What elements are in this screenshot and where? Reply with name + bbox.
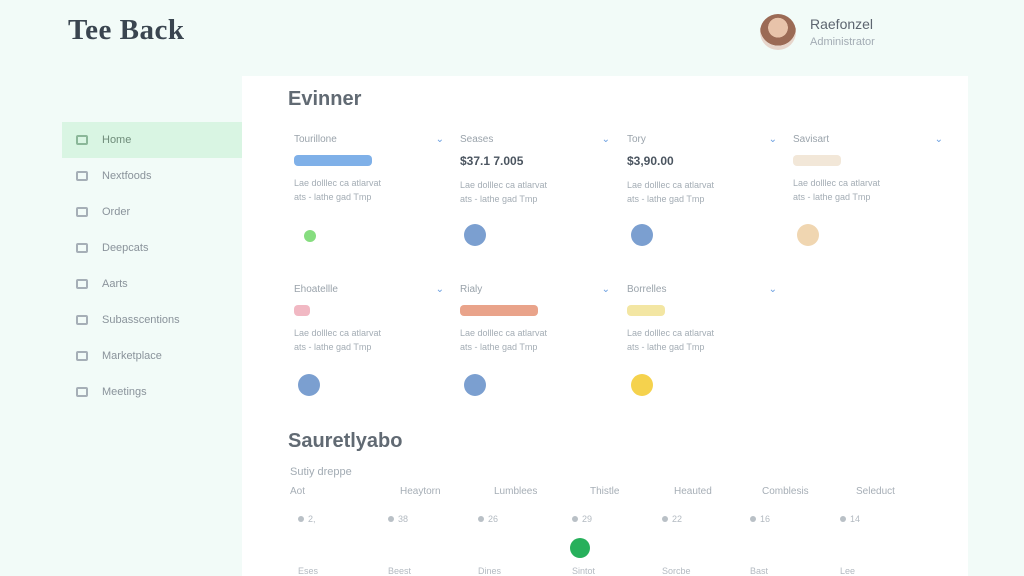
sidebar-item-label: Marketplace <box>102 350 162 362</box>
status-dot <box>464 374 486 396</box>
chevron-down-icon[interactable]: ⌄ <box>436 284 444 295</box>
card-accent-bar <box>627 305 665 316</box>
box-icon <box>76 207 88 217</box>
card-description: Lae dolllec ca atlarvat ats - lathe gad T… <box>294 328 382 352</box>
chevron-down-icon[interactable]: ⌄ <box>602 134 610 145</box>
user-profile[interactable]: Raefonzel Administrator <box>760 14 875 50</box>
card-description: Lae dolllec ca atlarvat ats - lathe gad T… <box>294 178 382 202</box>
person-icon <box>76 387 88 397</box>
current-day-marker[interactable] <box>570 538 590 558</box>
schedule-cell: 22 <box>662 514 682 524</box>
sidebar-item-order[interactable]: Order <box>62 194 242 230</box>
schedule-cell: Sorcbe <box>662 566 691 576</box>
schedule-cell: 38 <box>388 514 408 524</box>
card-accent-bar <box>460 305 538 316</box>
status-dot <box>631 224 653 246</box>
schedule-cell: 2, <box>298 514 316 524</box>
list-icon <box>76 243 88 253</box>
chevron-down-icon[interactable]: ⌄ <box>602 284 610 295</box>
card-description: Lae dolllec ca atlarvat ats - lathe gad T… <box>793 178 881 202</box>
chevron-down-icon[interactable]: ⌄ <box>436 134 444 145</box>
schedule-subtitle: Sutiy dreppe <box>290 466 352 478</box>
card-title: Seases <box>460 134 494 145</box>
card-title: Savisart <box>793 134 830 145</box>
metric-card[interactable]: Savisart ⌄ Lae dolllec ca atlarvat ats - l… <box>793 134 943 252</box>
sidebar-item-meetings[interactable]: Meetings <box>62 374 242 410</box>
status-dot <box>304 230 316 242</box>
column-header: Aot <box>290 486 306 497</box>
image-icon <box>76 171 88 181</box>
card-icon <box>76 315 88 325</box>
metric-card[interactable]: Tory ⌄ $3,90.00 Lae dolllec ca atlarvat at… <box>627 134 777 252</box>
schedule-cell: Eses <box>298 566 319 576</box>
metric-card[interactable]: Rialy ⌄ Lae dolllec ca atlarvat ats - lath… <box>460 284 610 402</box>
user-role: Administrator <box>810 36 875 48</box>
card-description: Lae dolllec ca atlarvat ats - lathe gad T… <box>460 328 548 352</box>
sidebar-item-subasscentions[interactable]: Subasscentions <box>62 302 242 338</box>
card-accent-bar <box>294 305 310 316</box>
chevron-down-icon[interactable]: ⌄ <box>935 134 943 145</box>
sidebar: Home Nextfoods Order Deepcats Aarts Suba… <box>62 122 242 410</box>
column-header: Lumblees <box>494 486 538 497</box>
schedule-cell: Sintot <box>572 566 596 576</box>
cart-icon <box>76 351 88 361</box>
sidebar-item-nextfoods[interactable]: Nextfoods <box>62 158 242 194</box>
schedule-cell: Lee <box>840 566 856 576</box>
status-dot <box>464 224 486 246</box>
sidebar-item-aarts[interactable]: Aarts <box>62 266 242 302</box>
sidebar-item-label: Home <box>102 134 132 146</box>
user-name: Raefonzel <box>810 16 874 32</box>
card-description: Lae dolllec ca atlarvat ats - lathe gad T… <box>627 328 715 352</box>
card-title: Tourillone <box>294 134 337 145</box>
card-description: Lae dolllec ca atlarvat ats - lathe gad T… <box>627 180 715 204</box>
app-logo[interactable]: Tee Back <box>68 14 185 47</box>
card-accent-bar <box>294 155 372 166</box>
card-value: $37.1 7.005 <box>460 154 524 168</box>
metric-card[interactable]: Seases ⌄ $37.1 7.005 Lae dolllec ca atlar… <box>460 134 610 252</box>
schedule-cell: 16 <box>750 514 770 524</box>
list-icon <box>76 279 88 289</box>
card-value: $3,90.00 <box>627 154 674 168</box>
column-header: Heaytorn <box>400 486 441 497</box>
metric-card[interactable]: Ehoatellle ⌄ Lae dolllec ca atlarvat ats -… <box>294 284 444 402</box>
sidebar-item-label: Meetings <box>102 386 147 398</box>
schedule-cell: 26 <box>478 514 498 524</box>
schedule-cell: 14 <box>840 514 860 524</box>
avatar[interactable] <box>760 14 796 50</box>
column-header: Heauted <box>674 486 712 497</box>
status-dot <box>797 224 819 246</box>
card-title: Tory <box>627 134 646 145</box>
sidebar-item-label: Subasscentions <box>102 314 180 326</box>
column-header: Thistle <box>590 486 620 497</box>
sidebar-item-deepcats[interactable]: Deepcats <box>62 230 242 266</box>
sidebar-item-label: Deepcats <box>102 242 149 254</box>
status-dot <box>298 374 320 396</box>
card-description: Lae dolllec ca atlarvat ats - lathe gad T… <box>460 180 548 204</box>
sidebar-item-label: Nextfoods <box>102 170 152 182</box>
card-title: Borrelles <box>627 284 667 295</box>
schedule-cell: Bast <box>750 566 769 576</box>
card-title: Rialy <box>460 284 483 295</box>
sidebar-item-label: Order <box>102 206 131 218</box>
column-header: Comblesis <box>762 486 809 497</box>
status-dot <box>631 374 653 396</box>
sidebar-item-label: Aarts <box>102 278 128 290</box>
schedule-cell: 29 <box>572 514 592 524</box>
overview-title: Evinner <box>288 88 362 110</box>
column-header: Seleduct <box>856 486 895 497</box>
sidebar-item-home[interactable]: Home <box>62 122 242 158</box>
card-accent-bar <box>793 155 841 166</box>
metric-card[interactable]: Tourillone ⌄ Lae dolllec ca atlarvat ats -… <box>294 134 444 252</box>
schedule-cell: Dines <box>478 566 502 576</box>
schedule-title: Sauretlyabo <box>288 430 403 452</box>
main-panel: Evinner Tourillone ⌄ Lae dolllec ca atlar… <box>242 76 968 576</box>
chevron-down-icon[interactable]: ⌄ <box>769 284 777 295</box>
metric-card[interactable]: Borrelles ⌄ Lae dolllec ca atlarvat ats - … <box>627 284 777 402</box>
card-title: Ehoatellle <box>294 284 338 295</box>
schedule-cell: Beest <box>388 566 412 576</box>
grid-icon <box>76 135 88 145</box>
chevron-down-icon[interactable]: ⌄ <box>769 134 777 145</box>
sidebar-item-marketplace[interactable]: Marketplace <box>62 338 242 374</box>
